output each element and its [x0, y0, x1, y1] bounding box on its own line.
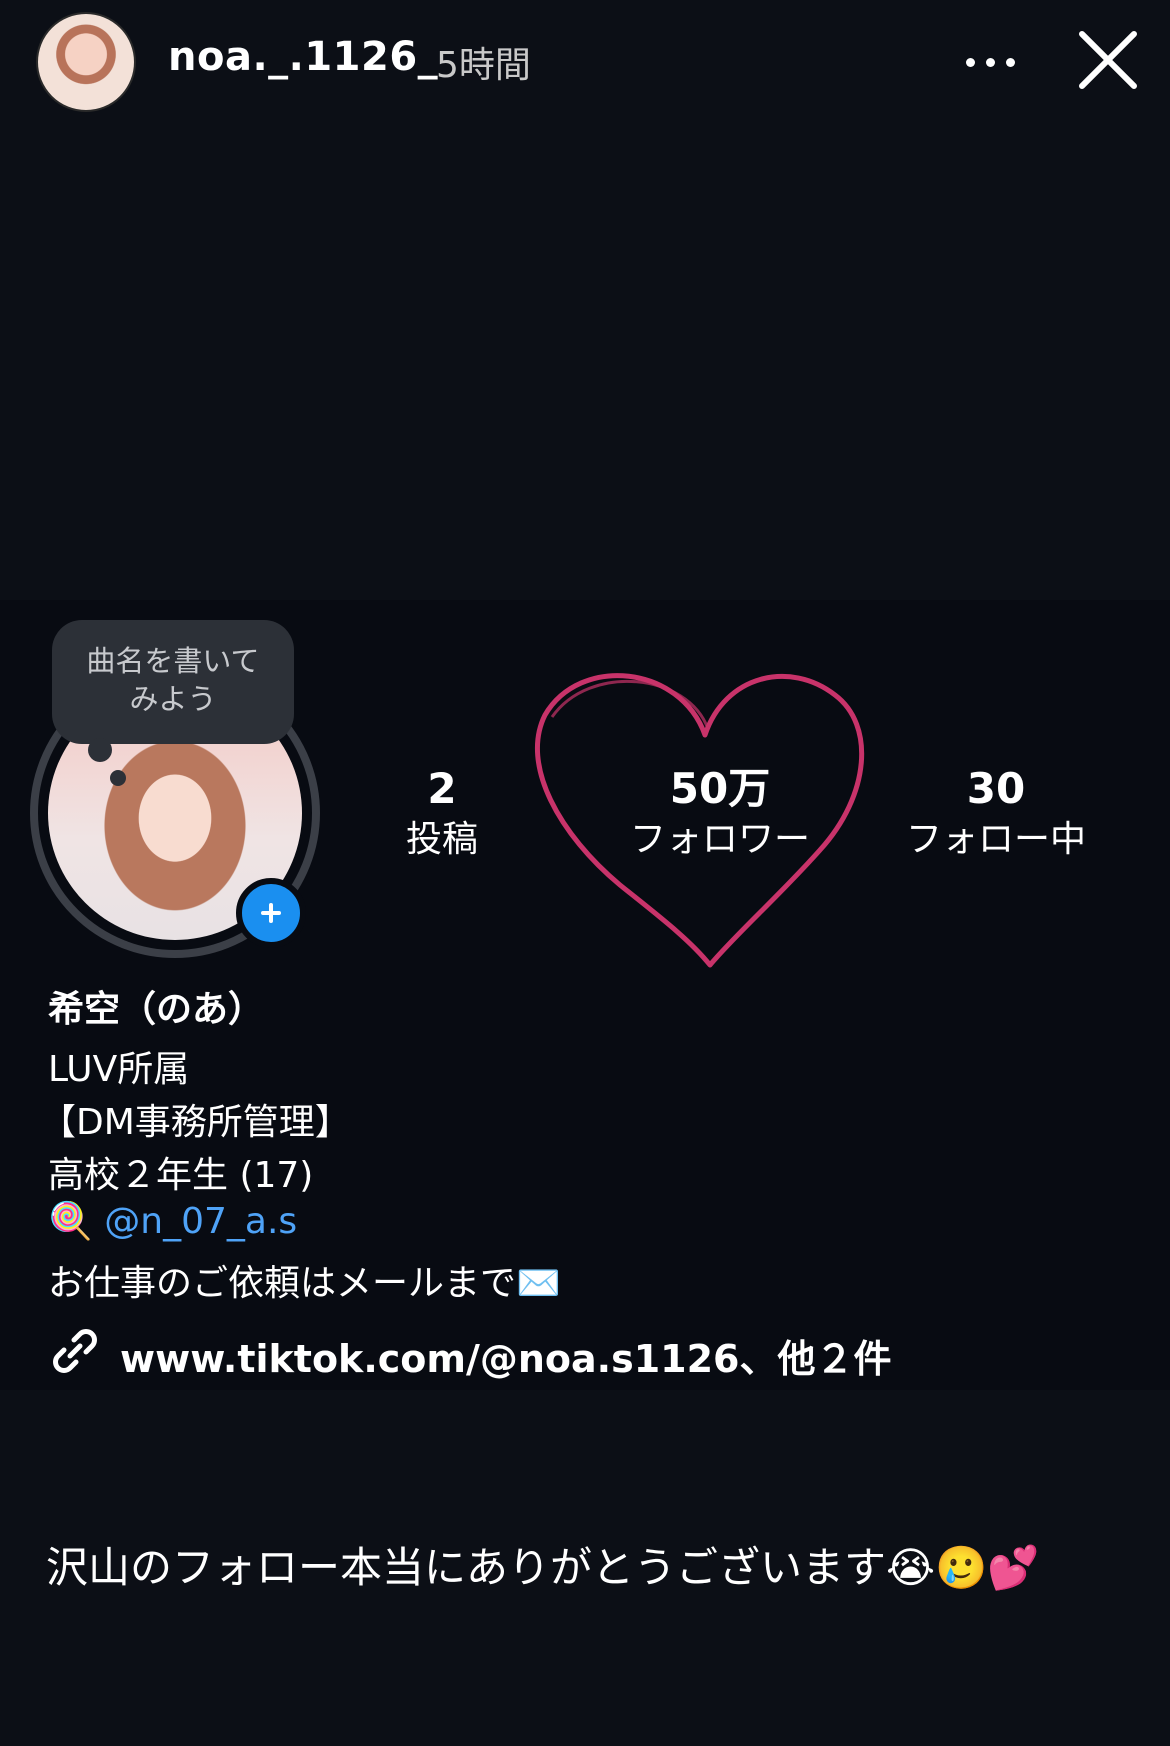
- mention-link[interactable]: @n_07_a.s: [104, 1201, 297, 1242]
- bio-line: 高校２年生 (17): [48, 1155, 314, 1196]
- stat-value: 50万: [669, 764, 771, 813]
- stat-label: フォロワー: [629, 819, 810, 860]
- stat-value: 2: [427, 764, 457, 813]
- display-name: 希空（のあ）: [48, 989, 265, 1030]
- more-dot-icon: [986, 58, 995, 67]
- stat-followers[interactable]: 50万 フォロワー: [600, 762, 840, 864]
- song-note-line2: みよう: [129, 682, 217, 716]
- bio-line: LUV所属: [48, 1049, 190, 1090]
- bio-mention-line: 🍭 @n_07_a.s: [48, 1200, 297, 1242]
- profile-link[interactable]: www.tiktok.com/@noa.s1126、他２件: [120, 1328, 892, 1383]
- add-story-button[interactable]: [236, 878, 306, 948]
- stat-label: 投稿: [405, 819, 478, 860]
- stat-following[interactable]: 30 フォロー中: [876, 762, 1116, 864]
- bubble-tail: [110, 770, 126, 786]
- close-icon[interactable]: [1076, 28, 1140, 92]
- stat-value: 30: [966, 764, 1026, 813]
- song-note-bubble[interactable]: 曲名を書いて みよう: [52, 620, 294, 744]
- story-timestamp: 5時間: [436, 45, 531, 86]
- bubble-tail: [88, 738, 112, 762]
- more-options-button[interactable]: [960, 30, 1020, 90]
- bio-line: 【DM事務所管理】: [40, 1102, 351, 1143]
- song-note-line1: 曲名を書いて: [86, 644, 260, 678]
- story-header: noa._.1126_ 5時間: [0, 0, 1170, 130]
- bio-line: お仕事のご依頼はメールまで✉️: [48, 1263, 561, 1304]
- lollipop-icon: 🍭: [48, 1201, 93, 1242]
- link-icon: [53, 1329, 97, 1373]
- story-avatar[interactable]: [36, 12, 136, 112]
- stat-label: フォロー中: [905, 819, 1086, 860]
- more-dot-icon: [1006, 58, 1015, 67]
- story-username[interactable]: noa._.1126_: [168, 34, 438, 80]
- story-caption: 沢山のフォロー本当にありがとうございます😭🥲💕: [46, 1543, 1040, 1592]
- more-dot-icon: [966, 58, 975, 67]
- stat-posts[interactable]: 2 投稿: [322, 762, 562, 864]
